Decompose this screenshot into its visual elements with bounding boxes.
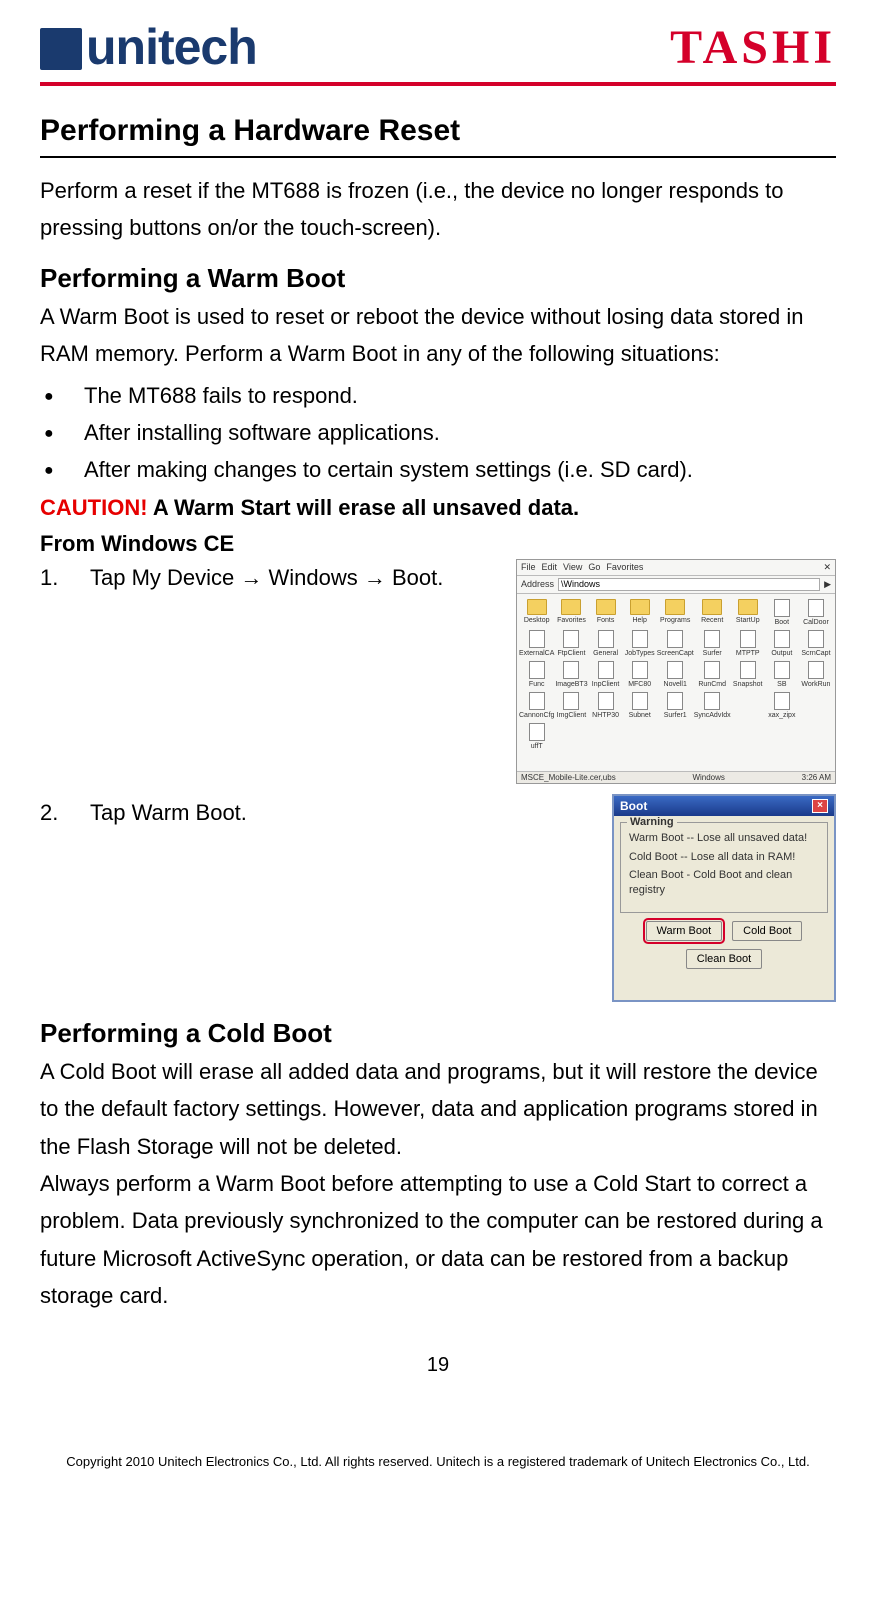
dialog-button-row: Warm Boot Cold Boot xyxy=(624,921,824,941)
file-icon[interactable]: Surfer1 xyxy=(657,691,694,720)
step-2-text: 2. Tap Warm Boot. xyxy=(40,794,600,831)
dialog-title: Boot xyxy=(620,799,647,813)
go-icon[interactable]: ▶ xyxy=(824,579,831,590)
status-right: 3:26 AM xyxy=(802,773,831,782)
folder-icon[interactable]: Recent xyxy=(694,598,731,627)
file-icon[interactable]: ExternalCA xyxy=(519,629,554,658)
file-icon[interactable]: MTPTP xyxy=(731,629,765,658)
file-icon[interactable]: Surfer xyxy=(694,629,731,658)
logo-unitech: unitech xyxy=(40,18,257,76)
menu-item[interactable]: Edit xyxy=(542,562,558,573)
warm-boot-button[interactable]: Warm Boot xyxy=(646,921,723,941)
menu-item[interactable]: Go xyxy=(588,562,600,573)
cold-boot-heading: Performing a Cold Boot xyxy=(40,1018,836,1049)
warning-line: Clean Boot - Cold Boot and clean registr… xyxy=(629,868,819,898)
status-center: Windows xyxy=(692,773,724,782)
logo-tashi: TASHI xyxy=(670,20,836,75)
folder-icon[interactable]: Help xyxy=(623,598,657,627)
page-title: Performing a Hardware Reset xyxy=(40,114,836,158)
file-icon[interactable]: InpClient xyxy=(589,660,623,689)
file-icon[interactable]: JobTypes xyxy=(623,629,657,658)
file-icon[interactable]: General xyxy=(589,629,623,658)
file-icon[interactable]: Boot xyxy=(765,598,799,627)
file-icon[interactable]: Novell1 xyxy=(657,660,694,689)
folder-icon[interactable]: Programs xyxy=(657,598,694,627)
explorer-icon-grid: Desktop Favorites Fonts Help Programs Re… xyxy=(517,594,835,755)
close-icon[interactable]: ✕ xyxy=(823,562,831,573)
explorer-address-bar: Address ▶ xyxy=(517,576,835,594)
file-icon[interactable]: xax_zipx xyxy=(765,691,799,720)
file-icon[interactable]: ImgClient xyxy=(554,691,588,720)
file-icon[interactable]: Snapshot xyxy=(731,660,765,689)
menu-item[interactable]: View xyxy=(563,562,582,573)
step-number: 1. xyxy=(40,559,64,596)
clean-boot-button[interactable]: Clean Boot xyxy=(686,949,762,969)
page-header: unitech TASHI xyxy=(40,18,836,86)
step-instruction: Tap Warm Boot. xyxy=(90,794,247,831)
status-left: MSCE_Mobile-Lite.cer,ubs xyxy=(521,773,616,782)
file-icon[interactable]: Output xyxy=(765,629,799,658)
file-icon[interactable]: CalDoor xyxy=(799,598,833,627)
file-icon[interactable]: CannonCfg xyxy=(519,691,554,720)
explorer-statusbar: MSCE_Mobile-Lite.cer,ubs Windows 3:26 AM xyxy=(517,771,835,783)
explorer-menubar: File Edit View Go Favorites ✕ xyxy=(517,560,835,576)
logo-unitech-text: unitech xyxy=(86,18,257,76)
warning-group: Warning Warm Boot -- Lose all unsaved da… xyxy=(620,822,828,913)
file-icon[interactable]: FtpClient xyxy=(554,629,588,658)
file-icon[interactable]: ScrnCapt xyxy=(799,629,833,658)
step-1-row: 1. Tap My Device → Windows → Boot. File … xyxy=(40,559,836,784)
file-icon[interactable]: WorkRun xyxy=(799,660,833,689)
list-item: After making changes to certain system s… xyxy=(40,451,836,488)
list-item: After installing software applications. xyxy=(40,414,836,451)
address-input[interactable] xyxy=(558,578,820,591)
intro-paragraph: Perform a reset if the MT688 is frozen (… xyxy=(40,172,836,247)
close-icon[interactable]: × xyxy=(812,799,828,813)
warm-boot-bullet-list: The MT688 fails to respond. After instal… xyxy=(40,377,836,489)
file-icon[interactable]: SyncAdvIdx xyxy=(694,691,731,720)
address-label: Address xyxy=(521,579,554,589)
warm-boot-heading: Performing a Warm Boot xyxy=(40,263,836,294)
list-item: The MT688 fails to respond. xyxy=(40,377,836,414)
screenshot-boot-dialog: Boot × Warning Warm Boot -- Lose all uns… xyxy=(612,794,836,1002)
warning-line: Warm Boot -- Lose all unsaved data! xyxy=(629,831,819,846)
file-icon[interactable]: Func xyxy=(519,660,554,689)
cold-boot-p2: Always perform a Warm Boot before attemp… xyxy=(40,1165,836,1315)
warning-line: Cold Boot -- Lose all data in RAM! xyxy=(629,850,819,865)
page-number: 19 xyxy=(40,1354,836,1377)
group-legend: Warning xyxy=(627,816,677,828)
from-windows-ce-heading: From Windows CE xyxy=(40,531,836,557)
logo-unitech-icon xyxy=(40,28,82,70)
caution-text: A Warm Start will erase all unsaved data… xyxy=(148,495,580,520)
cold-boot-p1: A Cold Boot will erase all added data an… xyxy=(40,1053,836,1165)
folder-icon[interactable]: Desktop xyxy=(519,598,554,627)
file-icon[interactable]: ScreenCapt xyxy=(657,629,694,658)
file-icon[interactable]: uffT xyxy=(519,722,554,751)
menu-item[interactable]: Favorites xyxy=(606,562,643,573)
file-icon[interactable]: MFC80 xyxy=(623,660,657,689)
folder-icon[interactable]: StartUp xyxy=(731,598,765,627)
cold-boot-button[interactable]: Cold Boot xyxy=(732,921,802,941)
step-1-text: 1. Tap My Device → Windows → Boot. xyxy=(40,559,504,596)
step-number: 2. xyxy=(40,794,64,831)
step-2-row: 2. Tap Warm Boot. Boot × Warning Warm Bo… xyxy=(40,794,836,1002)
caution-line: CAUTION! A Warm Start will erase all uns… xyxy=(40,495,836,521)
file-icon[interactable]: SB xyxy=(765,660,799,689)
dialog-titlebar: Boot × xyxy=(614,796,834,816)
file-icon[interactable]: NHTP30 xyxy=(589,691,623,720)
file-icon[interactable]: Subnet xyxy=(623,691,657,720)
step-instruction: Tap My Device → Windows → Boot. xyxy=(90,559,443,596)
footer-copyright: Copyright 2010 Unitech Electronics Co., … xyxy=(0,1454,876,1469)
folder-icon[interactable]: Favorites xyxy=(554,598,588,627)
warm-boot-desc: A Warm Boot is used to reset or reboot t… xyxy=(40,298,836,373)
menu-item[interactable]: File xyxy=(521,562,536,573)
file-icon[interactable]: ImageBT3 xyxy=(554,660,588,689)
dialog-button-row: Clean Boot xyxy=(624,949,824,969)
screenshot-file-explorer: File Edit View Go Favorites ✕ Address ▶ … xyxy=(516,559,836,784)
folder-icon[interactable]: Fonts xyxy=(589,598,623,627)
file-icon[interactable]: RunCmd xyxy=(694,660,731,689)
caution-label: CAUTION! xyxy=(40,495,148,520)
